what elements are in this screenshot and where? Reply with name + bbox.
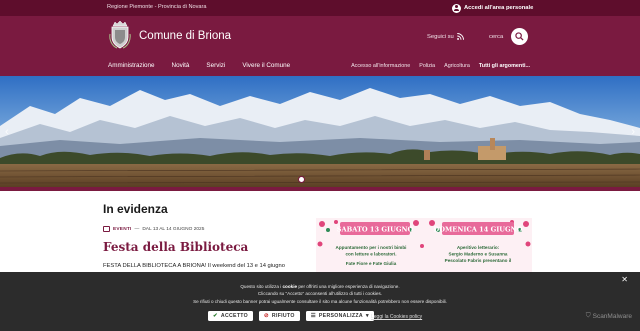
event-category[interactable]: EVENTI	[113, 227, 132, 232]
watermark: ⛉ ScanMalware	[586, 312, 632, 320]
accept-cookies-button[interactable]: ✔ ACCETTO	[208, 311, 253, 321]
cookie-text-line2: Cliccando su "Accetto" acconsenti all'ut…	[257, 291, 383, 297]
nav-item-administration[interactable]: Amministrazione	[108, 62, 155, 69]
watermark-text: ScanMalware	[592, 312, 632, 320]
poster-right-line2: Sergio Maderno e Susanna	[449, 252, 508, 257]
caret-down-icon: ▾	[365, 313, 369, 319]
hero-landscape-image	[0, 76, 640, 187]
top-bar: Regione Piemonte - Provincia di Novara A…	[0, 0, 640, 16]
secondary-navigation: Accesso all'informazione Polizia Agricol…	[342, 63, 530, 69]
nav-item-police[interactable]: Polizia	[419, 63, 435, 69]
poster-left-line2: con letture e laboratori.	[345, 252, 396, 257]
login-label: Accedi all'area personale	[464, 5, 534, 11]
event-description: FESTA DELLA BIBLIOTECA A BRIONA! Il week…	[103, 263, 285, 269]
poster-left-line3: Fate Fiore e Fate Giulia	[346, 261, 397, 266]
search-label: cerca	[489, 34, 504, 40]
ban-icon: ⊘	[264, 313, 269, 319]
section-title: In evidenza	[103, 202, 168, 216]
carousel-dot[interactable]	[298, 176, 305, 183]
cookie-text-line1: Questo sito utilizza i cookie per offrir…	[240, 284, 400, 289]
poster-right-line1: Aperitivo letterario:	[457, 245, 500, 250]
poster-left-header: SABATO 13 GIUGNO	[337, 226, 414, 234]
event-meta: EVENTI — DAL 13 AL 14 GIUGNO 2025	[103, 226, 204, 232]
shield-icon: ⛉	[585, 312, 591, 319]
poster-graphic: SABATO 13 GIUGNO DOMENICA 14 GIUGNO Appu…	[316, 218, 532, 274]
cookie-buttons: ✔ ACCETTO ⊘ RIFIUTO ☰ PERSONALIZZA ▾	[208, 311, 374, 321]
event-poster-image[interactable]: SABATO 13 GIUGNO DOMENICA 14 GIUGNO Appu…	[316, 218, 532, 274]
cookie-policy-link[interactable]: Leggi la Cookies policy	[371, 314, 422, 320]
meta-separator: —	[134, 226, 140, 232]
nav-item-news[interactable]: Novità	[172, 62, 190, 69]
rss-icon[interactable]	[456, 33, 464, 40]
event-title[interactable]: Festa della Biblioteca	[103, 240, 248, 254]
nav-item-all-topics[interactable]: Tutti gli argomenti...	[479, 63, 530, 69]
site-header: Comune di Briona Seguici su cerca Ammini…	[0, 16, 640, 76]
region-link[interactable]: Regione Piemonte - Provincia di Novara	[107, 4, 207, 10]
reject-cookies-button[interactable]: ⊘ RIFIUTO	[259, 311, 300, 321]
search-icon	[515, 32, 524, 41]
login-button[interactable]: Accedi all'area personale	[452, 3, 533, 13]
cookie-text-line3: Se rifiuti o chiudi questo banner potrai…	[193, 298, 447, 304]
search-button[interactable]	[511, 28, 528, 45]
nav-item-information-access[interactable]: Accesso all'informazione	[351, 63, 410, 69]
event-date: DAL 13 AL 14 GIUGNO 2025	[142, 226, 205, 232]
check-icon: ✔	[213, 313, 218, 319]
main-navigation: Amministrazione Novità Servizi Vivere il…	[108, 62, 307, 69]
customize-label: PERSONALIZZA	[318, 313, 363, 319]
poster-left-line1: Appuntamento per i nostri bimbi	[336, 245, 407, 250]
poster-right-line3: Pescolato Fabris presentano il	[445, 258, 512, 263]
accept-label: ACCETTO	[220, 313, 248, 319]
user-circle-icon	[452, 3, 461, 13]
carousel-prev-button[interactable]: ‹	[5, 126, 9, 138]
poster-right-header: DOMENICA 14 GIUGNO	[434, 226, 523, 234]
cookie-text: Questo sito utilizza i cookie per offrir…	[0, 283, 640, 305]
sliders-icon: ☰	[310, 313, 316, 319]
municipal-crest-logo[interactable]	[108, 20, 132, 50]
follow-label: Seguici su	[427, 33, 454, 40]
hero-carousel: ‹ ›	[0, 76, 640, 187]
nav-item-agriculture[interactable]: Agricoltura	[444, 63, 470, 69]
cookie-banner: ✕ Questo sito utilizza i cookie per offr…	[0, 272, 640, 331]
nav-item-living[interactable]: Vivere il Comune	[242, 62, 290, 69]
carousel-next-button[interactable]: ›	[631, 126, 635, 138]
social-follow: Seguici su	[427, 33, 464, 40]
customize-cookies-button[interactable]: ☰ PERSONALIZZA ▾	[305, 311, 374, 321]
site-title[interactable]: Comune di Briona	[139, 30, 231, 42]
nav-item-services[interactable]: Servizi	[206, 62, 225, 69]
calendar-icon	[103, 226, 110, 232]
reject-label: RIFIUTO	[271, 313, 295, 319]
